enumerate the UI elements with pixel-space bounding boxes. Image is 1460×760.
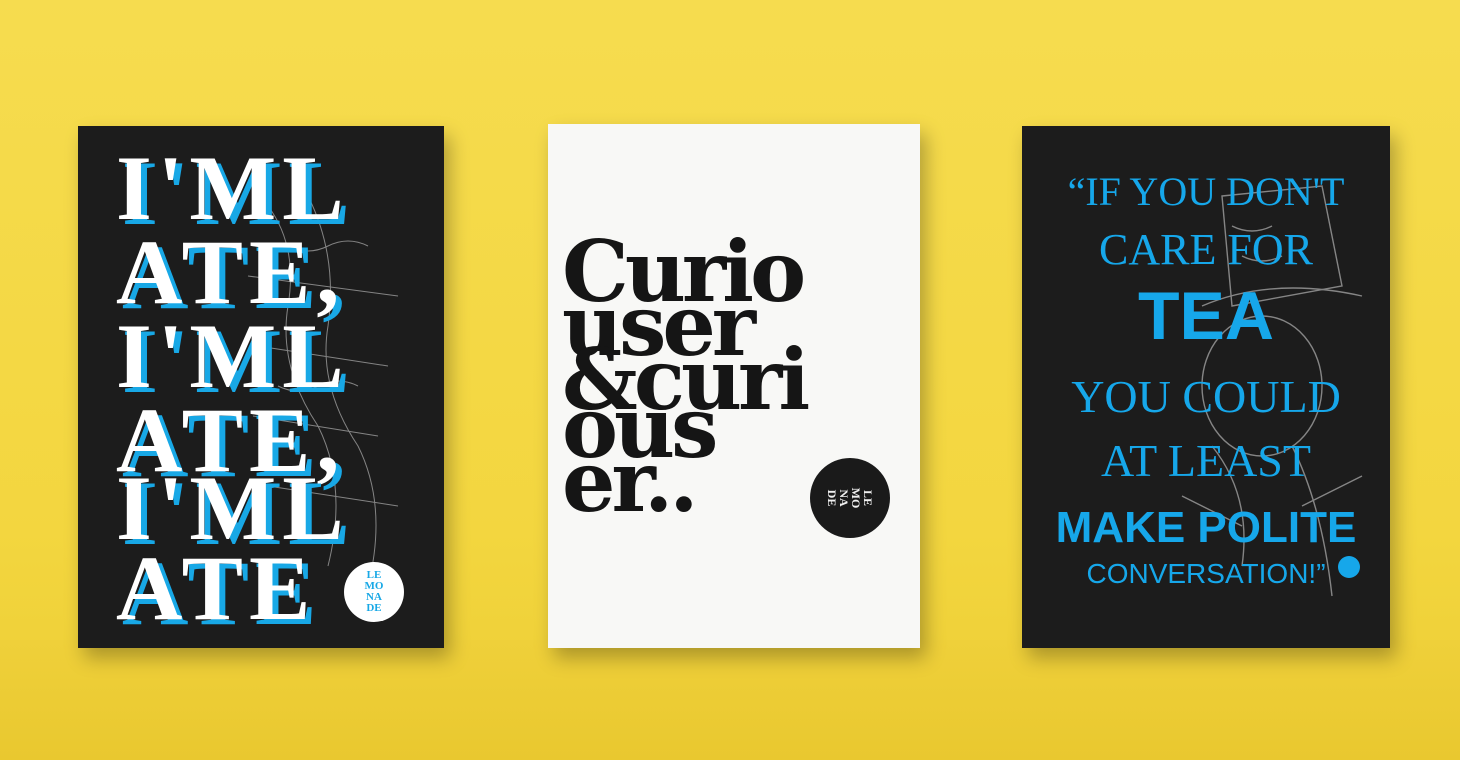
logo-line: LE — [861, 489, 875, 506]
quote-line-5: AT LEAST — [1101, 435, 1311, 486]
quote-line-1: “IF YOU DON'T — [1067, 169, 1345, 214]
poster-tea-quote: “IF YOU DON'T CARE FOR TEA YOU COULD AT … — [1022, 126, 1390, 648]
logo-line: DE — [366, 602, 382, 614]
quote-line-4: YOU COULD — [1071, 371, 1341, 422]
lemonade-logo — [1338, 556, 1360, 578]
logo-line: NA — [837, 489, 851, 507]
poster-late: I'ML ATE, I'ML ATE, I'ML ATE LE MO NA DE — [78, 126, 444, 648]
poster-curiouser: Curio user &curi ous er.. LE MO NA DE — [548, 124, 920, 648]
floor — [0, 640, 1460, 760]
logo-line: MO — [849, 487, 863, 509]
quote-line-3: TEA — [1138, 278, 1274, 354]
lemonade-logo: LE MO NA DE — [344, 562, 404, 622]
quote-line-7: CONVERSATION!” — [1086, 558, 1326, 589]
lemonade-logo: LE MO NA DE — [810, 458, 890, 538]
logo-line: DE — [825, 489, 839, 507]
poster-left-line-6: ATE — [116, 537, 317, 639]
quote-line-2: CARE FOR — [1099, 225, 1313, 274]
quote-line-6: MAKE POLITE — [1055, 503, 1357, 552]
poster-center-line-5: er.. — [562, 432, 698, 531]
